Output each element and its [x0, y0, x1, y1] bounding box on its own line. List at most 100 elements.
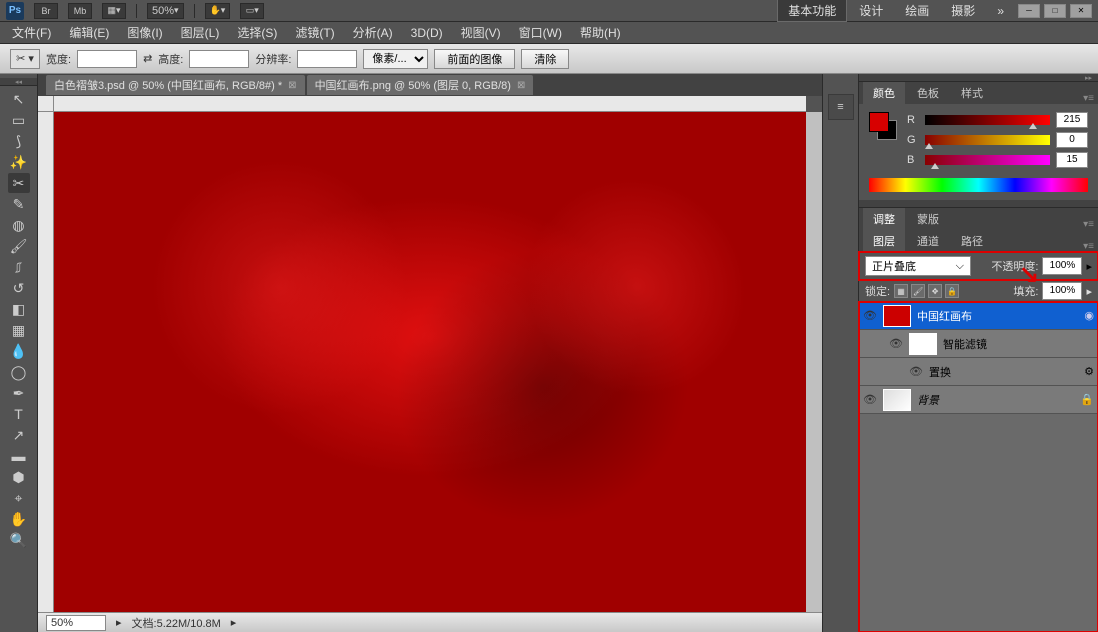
- opacity-arrow-icon[interactable]: ▸: [1086, 260, 1092, 273]
- workspace-basic[interactable]: 基本功能: [777, 0, 847, 22]
- color-spectrum[interactable]: [869, 178, 1088, 192]
- document-tab-1[interactable]: 白色褶皱3.psd @ 50% (中国红画布, RGB/8#) *⊠: [46, 75, 305, 95]
- status-arrow-icon[interactable]: ▸: [116, 616, 122, 629]
- close-button[interactable]: ✕: [1070, 4, 1092, 18]
- filter-options-icon[interactable]: ⚙: [1084, 365, 1094, 378]
- pen-tool[interactable]: ✒: [8, 383, 30, 403]
- tab-color[interactable]: 颜色: [863, 82, 905, 104]
- front-image-button[interactable]: 前面的图像: [434, 49, 515, 69]
- r-slider[interactable]: [925, 115, 1050, 125]
- visibility-icon[interactable]: 👁: [889, 337, 903, 351]
- menu-image[interactable]: 图像(I): [119, 22, 170, 43]
- lock-all-icon[interactable]: 🔒: [945, 284, 959, 298]
- menu-select[interactable]: 选择(S): [229, 22, 285, 43]
- bridge-button[interactable]: Br: [34, 3, 58, 19]
- wand-tool[interactable]: ✨: [8, 152, 30, 172]
- menu-filter[interactable]: 滤镜(T): [287, 22, 342, 43]
- eraser-tool[interactable]: ◧: [8, 299, 30, 319]
- status-zoom-input[interactable]: 50%: [46, 615, 106, 631]
- panel-menu-icon[interactable]: ▾≡: [1079, 241, 1098, 252]
- foreground-background-swatch[interactable]: [869, 112, 899, 142]
- scrollbar-vertical[interactable]: [806, 112, 822, 612]
- tab-paths[interactable]: 路径: [951, 230, 993, 252]
- zoom-level-button[interactable]: 50% ▾: [147, 3, 184, 19]
- width-input[interactable]: [77, 50, 137, 68]
- fill-arrow-icon[interactable]: ▸: [1086, 285, 1092, 298]
- shape-tool[interactable]: ▬: [8, 446, 30, 466]
- hand-tool-button[interactable]: ✋▾: [205, 3, 231, 19]
- 3d-tool[interactable]: ⬢: [8, 467, 30, 487]
- layer-name[interactable]: 背景: [917, 392, 939, 408]
- lasso-tool[interactable]: ⟆: [8, 131, 30, 151]
- visibility-icon[interactable]: 👁: [909, 365, 923, 379]
- panel-menu-icon[interactable]: ▾≡: [1079, 93, 1098, 104]
- clear-button[interactable]: 清除: [521, 49, 569, 69]
- hand-tool[interactable]: ✋: [8, 509, 30, 529]
- blend-mode-select[interactable]: 正片叠底⌵: [865, 256, 971, 276]
- history-panel-icon[interactable]: ≡: [828, 94, 854, 120]
- document-tab-2[interactable]: 中国红画布.png @ 50% (图层 0, RGB/8)⊠: [307, 75, 534, 95]
- b-slider[interactable]: [925, 155, 1050, 165]
- lock-position-icon[interactable]: ✥: [928, 284, 942, 298]
- zoom-tool[interactable]: 🔍: [8, 530, 30, 550]
- tab-adjustments[interactable]: 调整: [863, 208, 905, 230]
- minibridge-button[interactable]: Mb: [68, 3, 92, 19]
- workspace-more[interactable]: »: [987, 2, 1014, 20]
- eyedropper-tool[interactable]: ✎: [8, 194, 30, 214]
- layer-item[interactable]: 👁 智能滤镜: [859, 330, 1098, 358]
- swap-icon[interactable]: ⇄: [143, 52, 152, 65]
- camera-tool[interactable]: ⌖: [8, 488, 30, 508]
- layer-name[interactable]: 智能滤镜: [943, 336, 987, 352]
- tab-styles[interactable]: 样式: [951, 82, 993, 104]
- workspace-design[interactable]: 设计: [849, 0, 893, 21]
- crop-tool-icon[interactable]: ✂ ▾: [10, 49, 40, 69]
- tab-swatches[interactable]: 色板: [907, 82, 949, 104]
- ruler-horizontal[interactable]: [54, 96, 806, 112]
- dodge-tool[interactable]: ◯: [8, 362, 30, 382]
- menu-file[interactable]: 文件(F): [4, 22, 59, 43]
- layer-item[interactable]: 👁 中国红画布 ◉: [859, 302, 1098, 330]
- screen-mode-button[interactable]: ▦▾: [102, 3, 126, 19]
- filter-mask-thumbnail[interactable]: [909, 333, 937, 355]
- layer-thumbnail[interactable]: [883, 305, 911, 327]
- close-icon[interactable]: ⊠: [288, 80, 296, 91]
- visibility-icon[interactable]: 👁: [863, 309, 877, 323]
- marquee-tool[interactable]: ▭: [8, 110, 30, 130]
- lock-transparency-icon[interactable]: ▦: [894, 284, 908, 298]
- ruler-vertical[interactable]: [38, 112, 54, 612]
- layer-thumbnail[interactable]: [883, 389, 911, 411]
- height-input[interactable]: [189, 50, 249, 68]
- g-slider[interactable]: [925, 135, 1050, 145]
- workspace-paint[interactable]: 绘画: [895, 0, 939, 21]
- menu-view[interactable]: 视图(V): [453, 22, 509, 43]
- r-value[interactable]: 215: [1056, 112, 1088, 128]
- tab-masks[interactable]: 蒙版: [907, 208, 949, 230]
- resolution-input[interactable]: [297, 50, 357, 68]
- foreground-color[interactable]: [869, 112, 889, 132]
- visibility-icon[interactable]: 👁: [863, 393, 877, 407]
- workspace-photo[interactable]: 摄影: [941, 0, 985, 21]
- tab-layers[interactable]: 图层: [863, 230, 905, 252]
- menu-analysis[interactable]: 分析(A): [345, 22, 401, 43]
- stamp-tool[interactable]: ⎎: [8, 257, 30, 277]
- lock-pixels-icon[interactable]: 🖌: [911, 284, 925, 298]
- g-value[interactable]: 0: [1056, 132, 1088, 148]
- close-icon[interactable]: ⊠: [517, 80, 525, 91]
- crop-tool[interactable]: ✂: [8, 173, 30, 193]
- healing-tool[interactable]: ◍: [8, 215, 30, 235]
- layer-name[interactable]: 中国红画布: [917, 308, 972, 324]
- history-brush-tool[interactable]: ↺: [8, 278, 30, 298]
- fill-input[interactable]: 100%: [1042, 282, 1082, 300]
- type-tool[interactable]: T: [8, 404, 30, 424]
- menu-edit[interactable]: 编辑(E): [61, 22, 117, 43]
- move-tool[interactable]: ↖: [8, 89, 30, 109]
- minimize-button[interactable]: ─: [1018, 4, 1040, 18]
- arrange-button[interactable]: ▭▾: [240, 3, 264, 19]
- path-tool[interactable]: ↗: [8, 425, 30, 445]
- brush-tool[interactable]: 🖌: [8, 236, 30, 256]
- gradient-tool[interactable]: ▦: [8, 320, 30, 340]
- menu-layer[interactable]: 图层(L): [173, 22, 228, 43]
- panel-menu-icon[interactable]: ▾≡: [1079, 219, 1098, 230]
- panel-collapse-2[interactable]: [859, 200, 1098, 208]
- menu-help[interactable]: 帮助(H): [572, 22, 629, 43]
